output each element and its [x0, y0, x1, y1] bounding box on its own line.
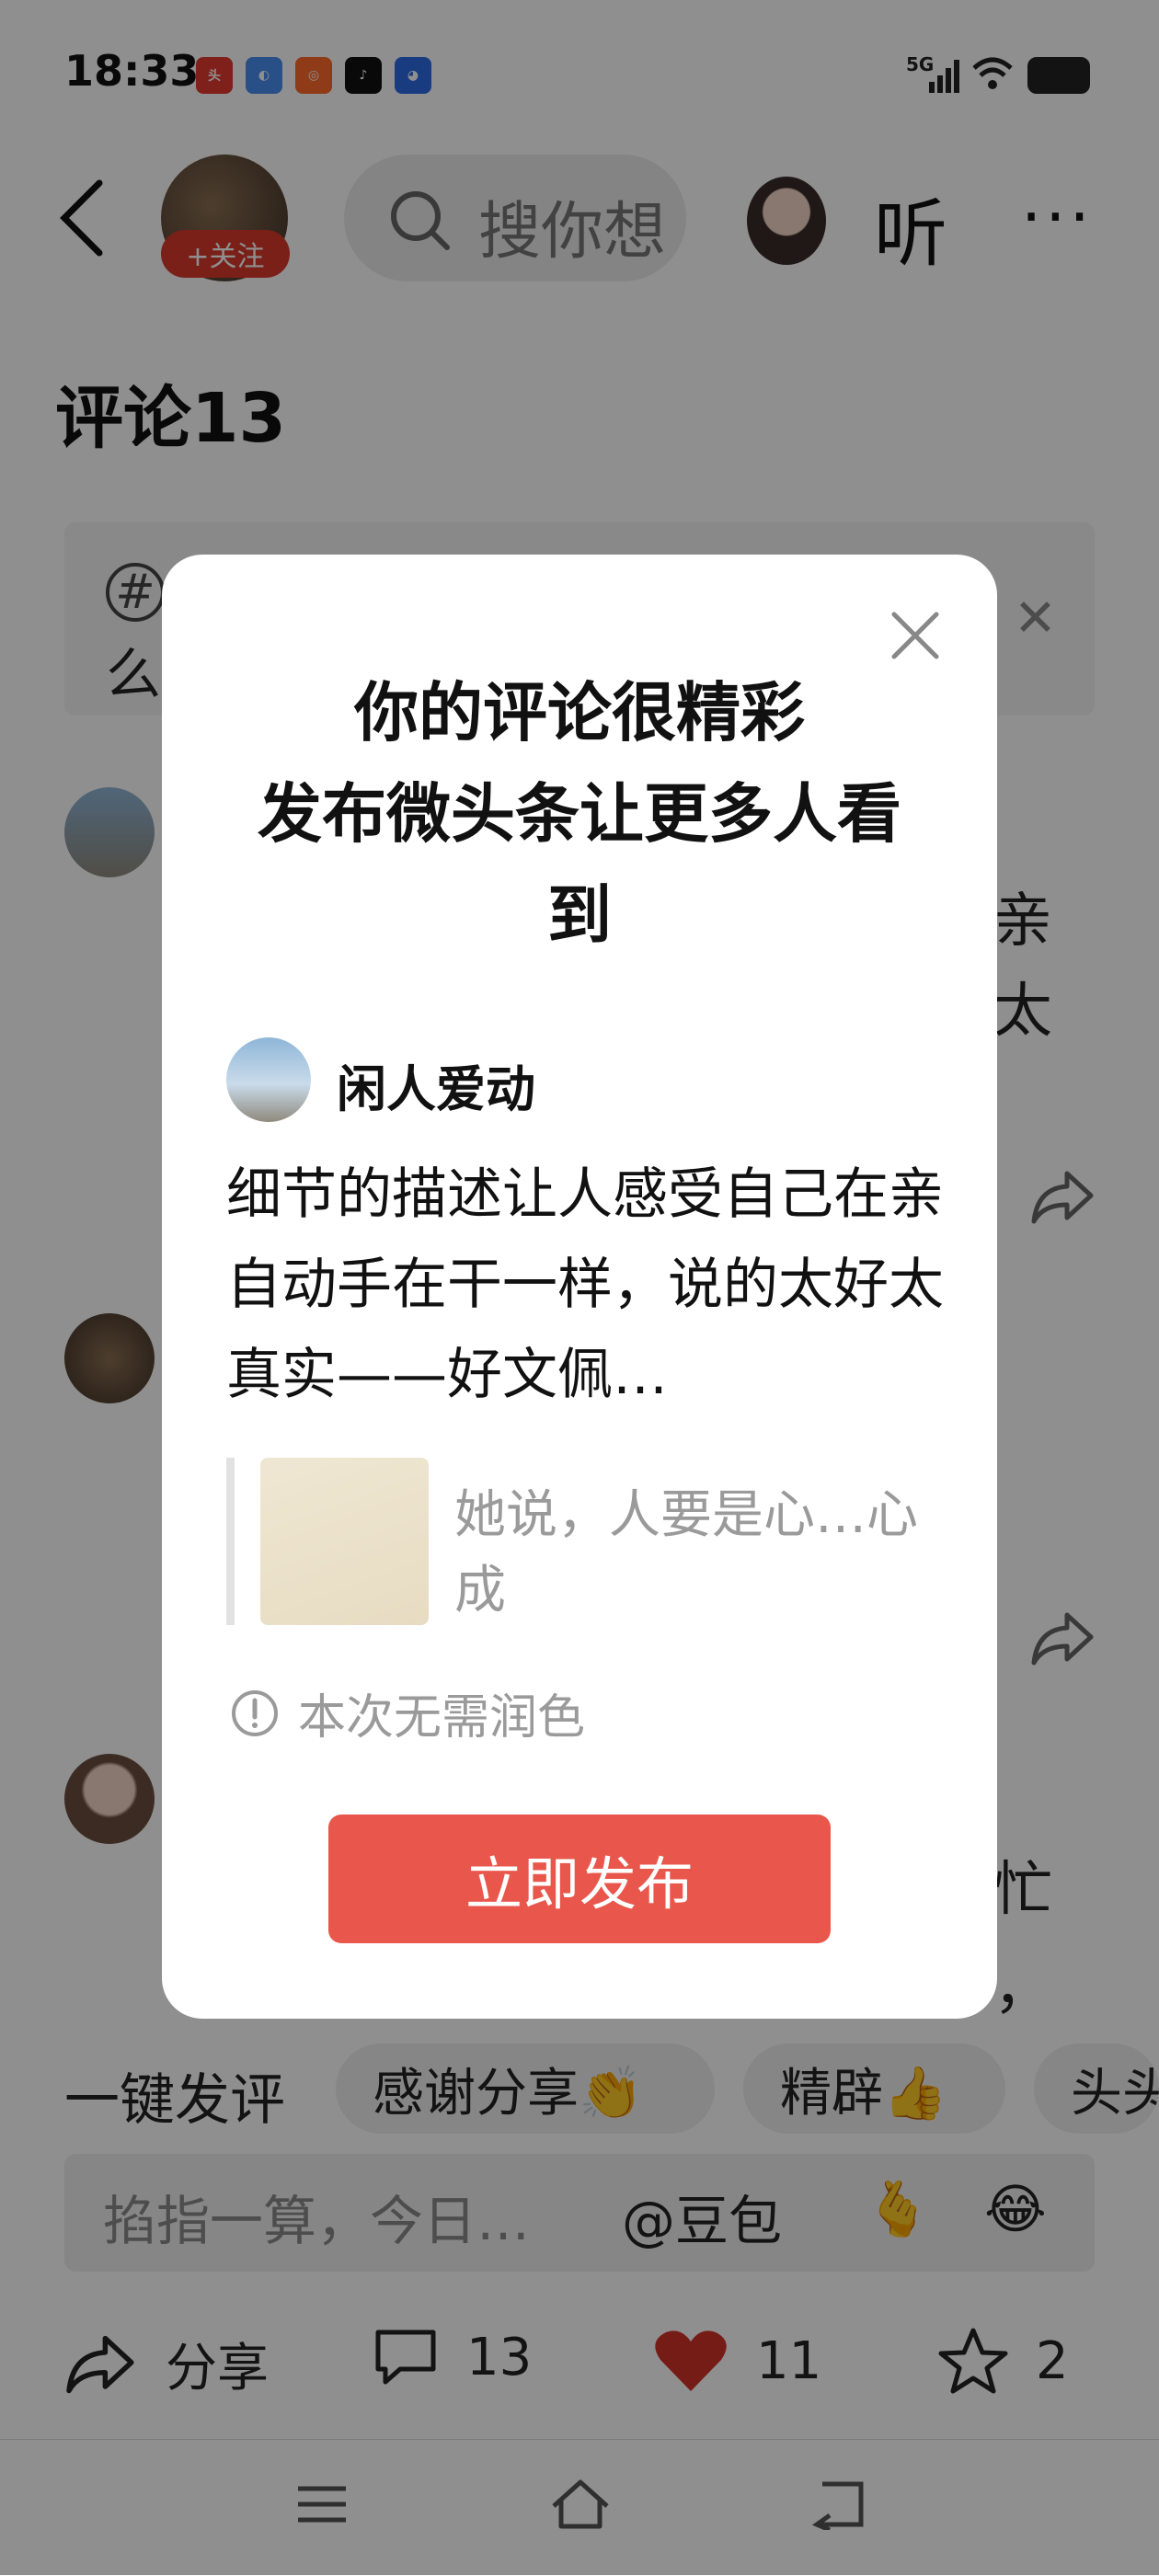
user-name: 闲人爱动	[337, 1060, 535, 1118]
quote-divider	[226, 1458, 235, 1625]
quote-thumbnail	[260, 1458, 429, 1625]
close-icon[interactable]	[889, 609, 942, 662]
quoted-article-title: 她说，人要是心…心成	[454, 1485, 918, 1620]
info-icon	[232, 1689, 278, 1736]
polish-notice-text: 本次无需润色	[298, 1690, 586, 1746]
publish-button[interactable]: 立即发布	[328, 1815, 831, 1943]
user-avatar	[226, 1037, 311, 1122]
modal-title: 你的评论很精彩 发布微头条让更多人看 到	[162, 662, 997, 966]
modal-title-line: 到	[547, 877, 612, 953]
comment-preview-text: 细节的描述让人感受自己在亲自动手在干一样，说的太好太真实——好文佩…	[226, 1162, 944, 1407]
modal-title-line: 你的评论很精彩	[354, 675, 805, 750]
polish-notice: 本次无需润色	[230, 1678, 585, 1747]
nav-bar-dim	[0, 2439, 1159, 2575]
status-bar-dim	[0, 0, 1159, 136]
modal-title-line: 发布微头条让更多人看	[258, 776, 901, 852]
